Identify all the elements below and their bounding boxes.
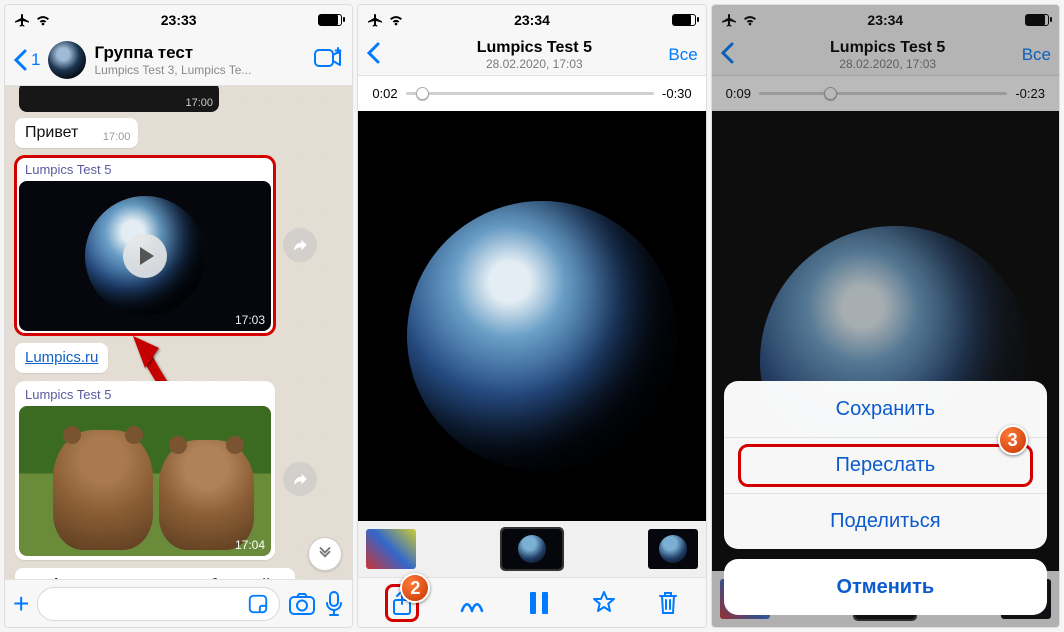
airplane-icon: [368, 12, 384, 28]
sender-name: Lumpics Test 5: [19, 160, 271, 181]
delete-button[interactable]: [657, 590, 679, 616]
star-button[interactable]: [591, 590, 617, 616]
earth-image: [407, 201, 677, 471]
video-thumbnail[interactable]: 17:03: [19, 181, 271, 331]
status-bar: 23:33: [5, 5, 352, 35]
media-toolbar: [358, 577, 705, 627]
video-time: 17:03: [235, 313, 265, 327]
chat-header: 1 Группа тест Lumpics Test 3, Lumpics Te…: [5, 35, 352, 86]
back-button[interactable]: 1: [13, 49, 40, 71]
thumbnail[interactable]: [366, 529, 416, 569]
image-thumbnail[interactable]: 17:04: [19, 406, 271, 556]
image-message[interactable]: Lumpics Test 5 17:04: [15, 381, 275, 560]
message-text: Привет: [25, 124, 78, 141]
forward-button[interactable]: [283, 462, 317, 496]
wifi-icon: [388, 12, 404, 28]
battery-icon: [318, 14, 342, 26]
image-time: 17:04: [235, 538, 265, 552]
message-bubble[interactable]: Lumpics.ru: [15, 343, 108, 373]
play-icon: [140, 247, 154, 265]
progress-knob[interactable]: [416, 87, 429, 100]
status-time: 23:33: [75, 12, 282, 28]
attach-button[interactable]: +: [13, 588, 29, 620]
sticker-icon[interactable]: [247, 593, 269, 615]
screen-whatsapp-chat: 23:33 1 Группа тест Lumpics Test 3, Lump…: [4, 4, 353, 628]
chat-subtitle: Lumpics Test 3, Lumpics Te...: [94, 63, 314, 77]
remaining-time: -0:30: [662, 86, 692, 101]
elapsed-time: 0:02: [372, 86, 397, 101]
chat-body: 17:00 Привет 17:00 Lumpics Test 5 17:03: [5, 86, 352, 579]
message-bubble[interactable]: Привет 17:00: [15, 118, 138, 148]
share-button[interactable]: [385, 584, 419, 622]
link-text[interactable]: Lumpics.ru: [25, 349, 98, 366]
thumbnail[interactable]: [648, 529, 698, 569]
media-area[interactable]: [358, 111, 705, 521]
video-message[interactable]: Lumpics Test 5 17:03: [15, 156, 275, 335]
pause-button[interactable]: [528, 590, 550, 616]
progress-track[interactable]: [406, 92, 654, 95]
media-subtitle: 28.02.2020, 17:03: [400, 57, 668, 71]
chat-title: Группа тест: [94, 43, 314, 63]
actionsheet-save[interactable]: Сохранить: [724, 381, 1047, 437]
play-button[interactable]: [123, 234, 167, 278]
action-sheet: Сохранить Переслать Поделиться Отменить: [724, 381, 1047, 615]
status-time: 23:34: [428, 12, 635, 28]
actionsheet-cancel[interactable]: Отменить: [724, 559, 1047, 615]
sender-name: Lumpics Test 5: [19, 385, 271, 406]
forward-button[interactable]: [283, 228, 317, 262]
video-call-button[interactable]: [314, 47, 344, 74]
screen-media-viewer: 23:34 Lumpics Test 5 28.02.2020, 17:03 В…: [357, 4, 706, 628]
all-media-button[interactable]: Все: [668, 45, 697, 65]
mic-button[interactable]: [324, 591, 344, 617]
back-button[interactable]: [366, 40, 400, 71]
screen-action-sheet: 23:34 Lumpics Test 5 28.02.2020, 17:03 В…: [711, 4, 1060, 628]
airplane-icon: [15, 12, 31, 28]
playback-progress: 0:02 -0:30: [358, 76, 705, 111]
camera-button[interactable]: [288, 592, 316, 616]
annotation-highlight: [738, 444, 1033, 487]
draw-button[interactable]: [459, 591, 487, 615]
message-input[interactable]: [37, 587, 280, 621]
media-title: Lumpics Test 5: [400, 39, 668, 57]
thumbnail-current[interactable]: [502, 529, 562, 569]
battery-icon: [672, 14, 696, 26]
message-time: 17:00: [185, 97, 213, 109]
wifi-icon: [35, 12, 51, 28]
status-bar: 23:34: [358, 5, 705, 35]
message-bubble[interactable]: С WhatsApp вы получите быстрый, простой …: [15, 568, 295, 579]
message-bubble[interactable]: 17:00: [19, 86, 219, 112]
message-time: 17:00: [103, 131, 131, 143]
media-header: Lumpics Test 5 28.02.2020, 17:03 Все: [358, 35, 705, 76]
thumbnail-strip[interactable]: [358, 521, 705, 577]
chat-title-block[interactable]: Группа тест Lumpics Test 3, Lumpics Te..…: [94, 43, 314, 77]
actionsheet-share[interactable]: Поделиться: [724, 493, 1047, 549]
chat-avatar[interactable]: [48, 41, 86, 79]
back-count: 1: [31, 50, 40, 70]
input-bar: +: [5, 579, 352, 627]
scroll-to-bottom-button[interactable]: [308, 537, 342, 571]
actionsheet-forward[interactable]: Переслать: [724, 437, 1047, 493]
